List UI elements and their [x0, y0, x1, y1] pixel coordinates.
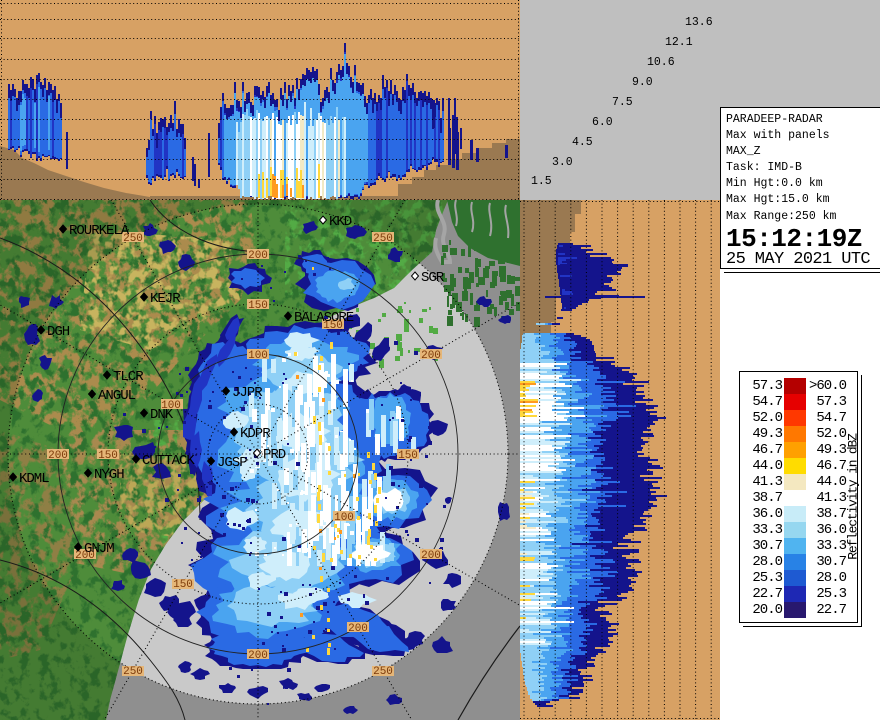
svg-text:JJPR: JJPR	[232, 385, 263, 401]
svg-text:100: 100	[248, 350, 268, 362]
svg-text:TLCR: TLCR	[113, 369, 144, 385]
svg-text:250: 250	[123, 666, 143, 678]
svg-text:12.1: 12.1	[665, 36, 693, 49]
svg-text:250: 250	[373, 233, 393, 245]
svg-text:DGH: DGH	[47, 324, 70, 340]
svg-text:NYGH: NYGH	[94, 467, 124, 483]
svg-text:KKD: KKD	[329, 214, 352, 230]
svg-text:250: 250	[373, 666, 393, 678]
svg-text:7.5: 7.5	[612, 96, 633, 109]
svg-text:3.0: 3.0	[552, 156, 573, 169]
svg-text:ANGUL: ANGUL	[98, 388, 136, 404]
svg-text:KDPR: KDPR	[240, 426, 271, 442]
svg-text:DNK: DNK	[150, 407, 174, 423]
svg-text:150: 150	[173, 579, 193, 591]
svg-text:200: 200	[248, 650, 268, 662]
svg-text:200: 200	[421, 550, 441, 562]
svg-text:ROURKELA: ROURKELA	[69, 223, 130, 239]
svg-text:200: 200	[421, 350, 441, 362]
svg-text:4.5: 4.5	[572, 136, 593, 149]
svg-text:100: 100	[334, 512, 354, 524]
svg-text:200: 200	[348, 623, 368, 635]
svg-text:1.5: 1.5	[531, 175, 552, 188]
svg-text:BALASORE: BALASORE	[294, 310, 354, 326]
svg-text:JGSP: JGSP	[217, 455, 247, 471]
svg-text:SGR: SGR	[421, 270, 445, 286]
svg-text:150: 150	[398, 450, 418, 462]
svg-text:10.6: 10.6	[647, 56, 675, 69]
svg-text:150: 150	[98, 450, 118, 462]
svg-text:KEJR: KEJR	[150, 291, 181, 307]
svg-text:CUTTACK: CUTTACK	[142, 453, 195, 469]
svg-text:200: 200	[48, 450, 68, 462]
svg-text:6.0: 6.0	[592, 116, 613, 129]
svg-text:PRD: PRD	[263, 447, 286, 463]
svg-text:200: 200	[248, 250, 268, 262]
svg-text:13.6: 13.6	[685, 16, 713, 29]
svg-text:KDML: KDML	[19, 471, 49, 487]
svg-text:9.0: 9.0	[632, 76, 653, 89]
svg-text:GNJM: GNJM	[84, 541, 114, 557]
svg-text:150: 150	[248, 300, 268, 312]
